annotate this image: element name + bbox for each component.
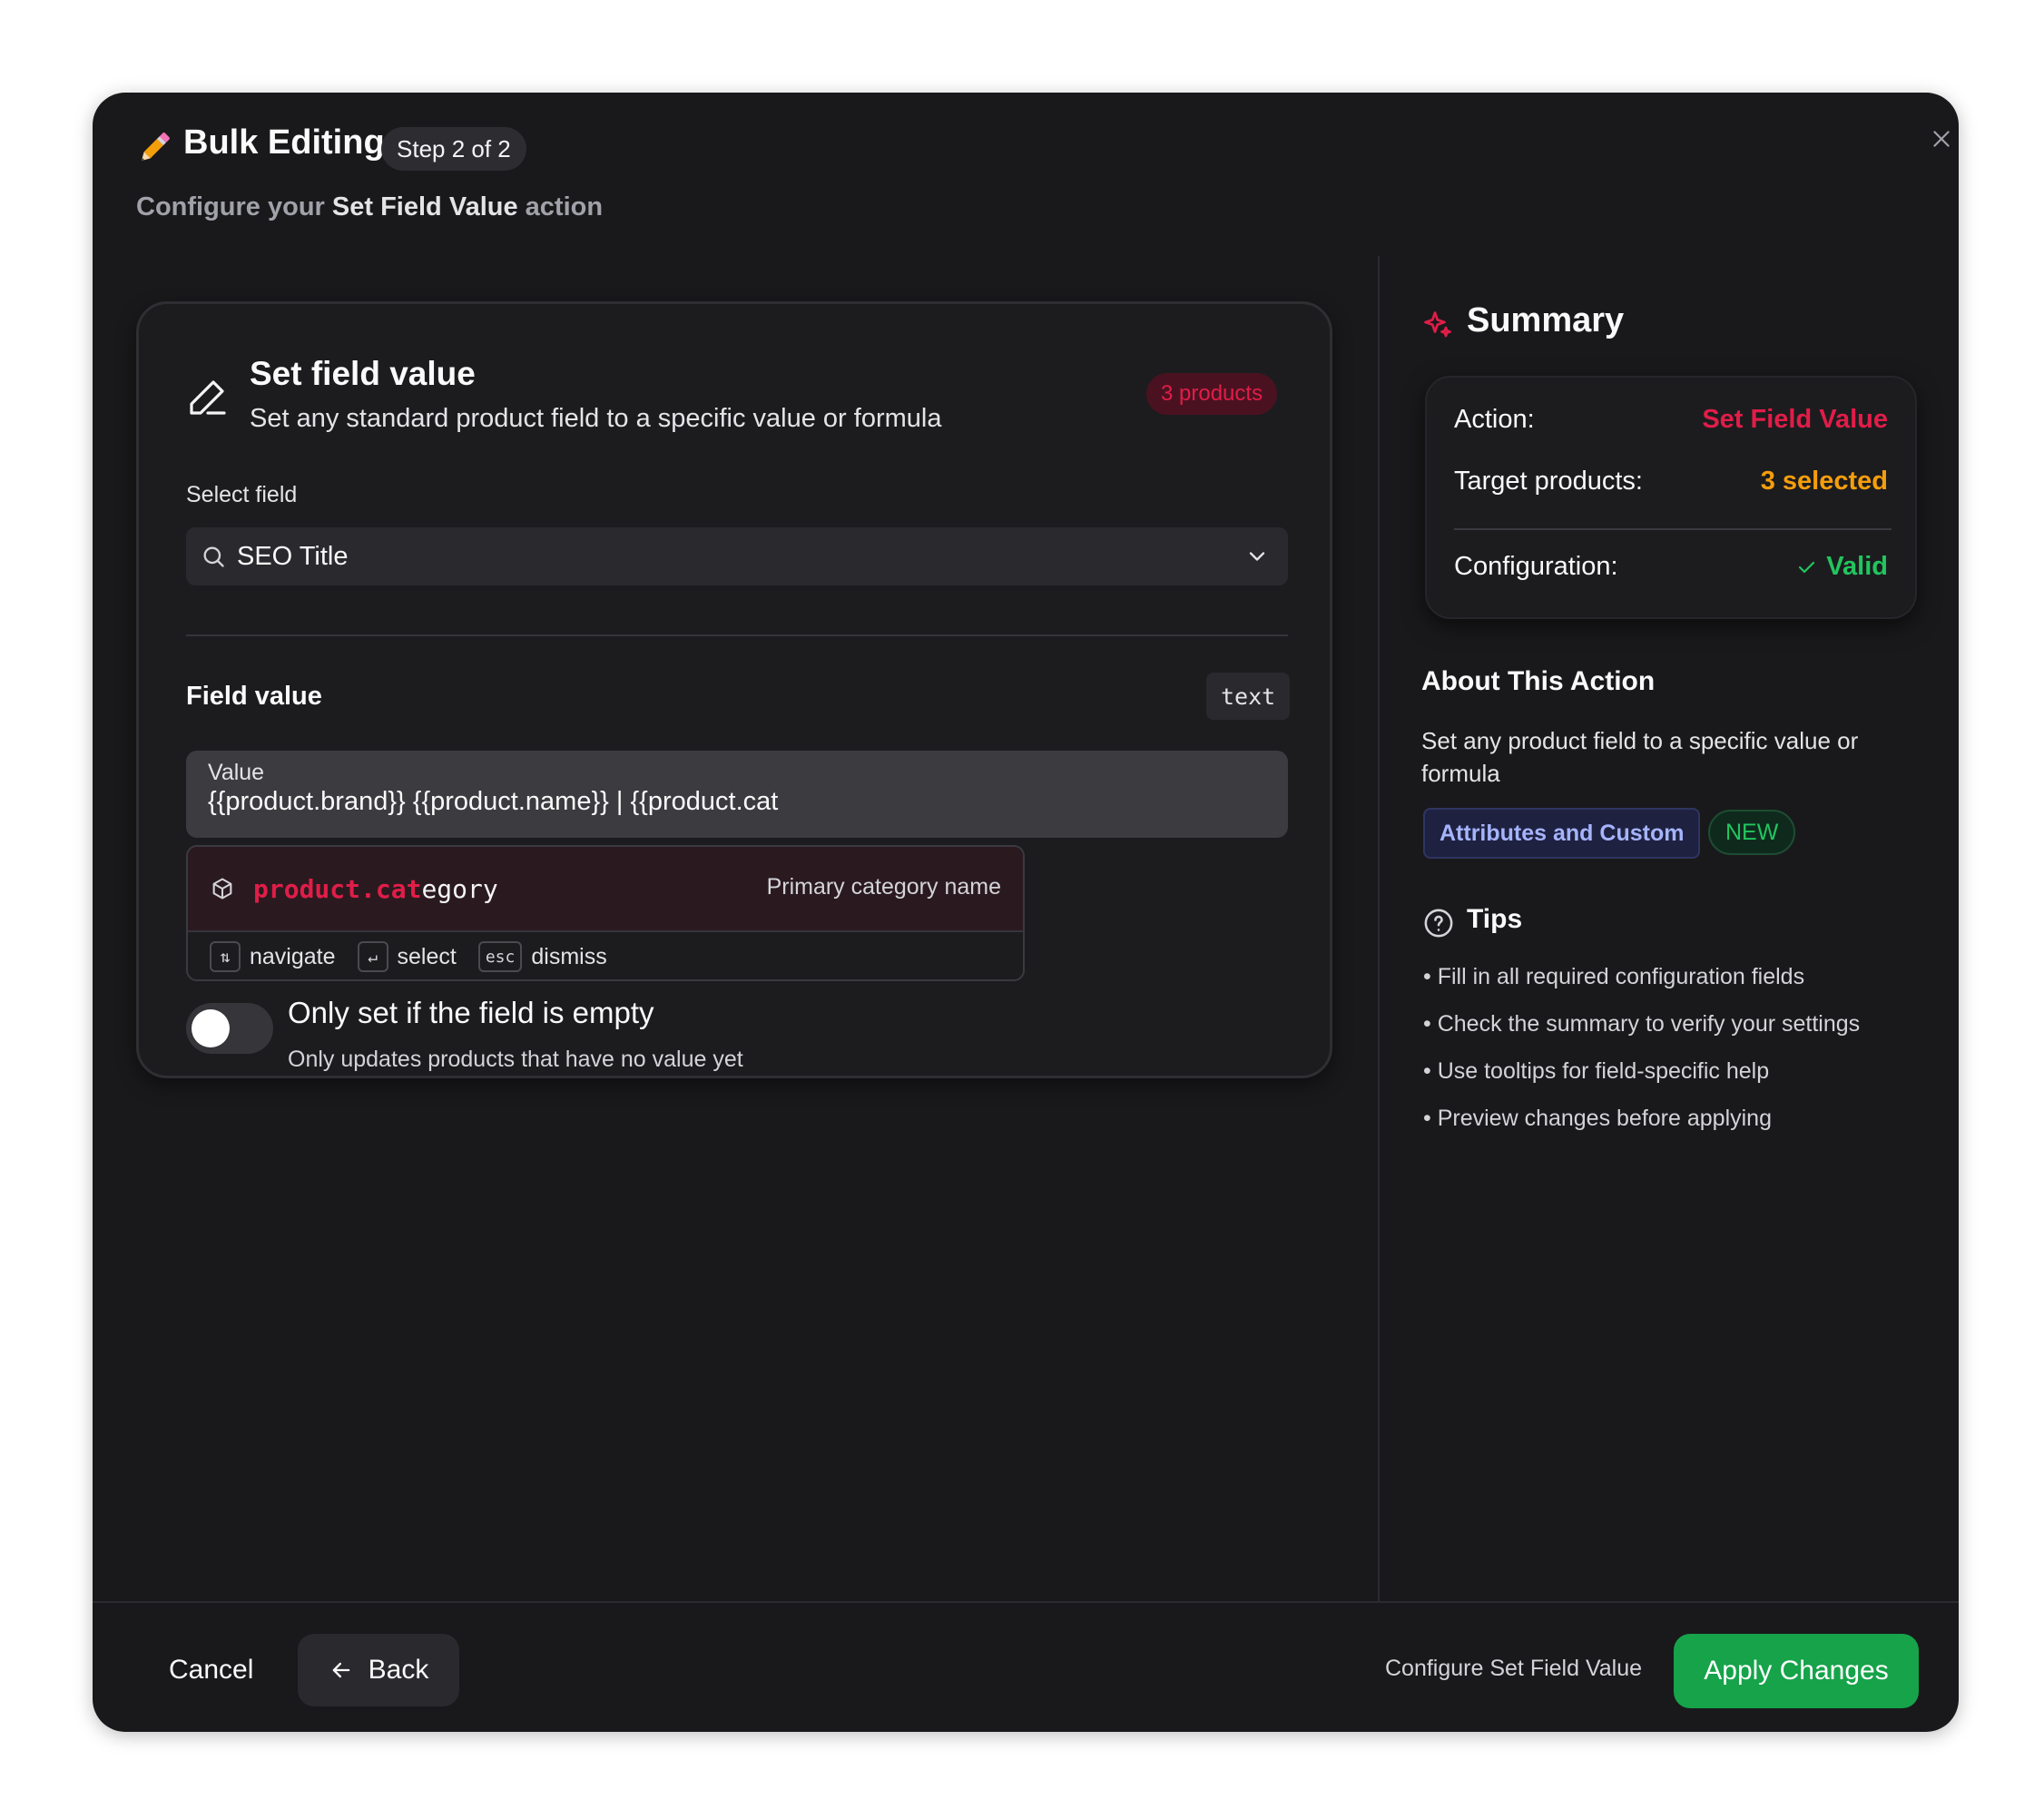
modal-title: Bulk Editing	[183, 123, 385, 162]
close-button[interactable]	[1917, 114, 1959, 163]
keyboard-hints: ⇅ navigate ↵ select esc dismiss	[188, 930, 1023, 979]
arrow-left-icon	[332, 1662, 349, 1678]
bulk-edit-modal: Bulk Editing Step 2 of 2 Configure your …	[93, 93, 1959, 1732]
field-select[interactable]: SEO Title	[186, 527, 1288, 585]
edit-pen-icon	[190, 380, 226, 415]
card-description: Set any standard product field to a spec…	[250, 404, 942, 433]
navigate-key: ⇅	[210, 941, 241, 972]
subtitle-suffix: action	[525, 192, 604, 221]
check-icon	[1799, 561, 1815, 573]
pencil-icon	[141, 133, 170, 162]
suggestion-match: product.cat	[253, 873, 422, 904]
close-icon	[1933, 131, 1950, 147]
tip-text: Check the summary to verify your setting…	[1437, 1011, 1861, 1037]
summary-title: Summary	[1467, 301, 1625, 339]
cancel-button[interactable]: Cancel	[138, 1634, 284, 1706]
value-input-text: {{product.brand}} {{product.name}} | {{p…	[208, 787, 779, 816]
summary-card: Action: Set Field Value Target products:…	[1425, 376, 1917, 619]
footer-hint: Configure Set Field Value	[1385, 1656, 1643, 1681]
panel-divider	[1378, 256, 1380, 1603]
suggestion-rest: egory	[421, 873, 498, 904]
field-type-chip: text	[1206, 673, 1291, 720]
cube-icon	[212, 878, 232, 900]
target-products-value: 3 selected	[1760, 467, 1888, 496]
toggle-knob	[192, 1009, 230, 1047]
back-button[interactable]: Back	[298, 1634, 459, 1706]
autocomplete-dropdown: product.category Primary category name ⇅…	[186, 845, 1025, 981]
about-title: About This Action	[1421, 666, 1656, 696]
toggle-title: Only set if the field is empty	[288, 996, 654, 1029]
summary-divider	[1454, 528, 1892, 530]
value-input-label: Value	[208, 760, 265, 785]
tip-text: Use tooltips for field-specific help	[1437, 1058, 1770, 1084]
about-description: Set any product field to a specific valu…	[1421, 727, 1859, 787]
search-icon	[203, 546, 224, 567]
sparkles-icon	[1424, 311, 1451, 338]
divider	[186, 634, 1288, 636]
tip-item: • Preview changes before applying	[1423, 1106, 1772, 1131]
set-field-value-card: Set field value Set any standard product…	[136, 301, 1332, 1078]
modal-subtitle: Configure your Set Field Value action	[136, 192, 603, 222]
tip-item: • Fill in all required configuration fie…	[1423, 964, 1805, 989]
value-input[interactable]: Value {{product.brand}} {{product.name}}…	[186, 751, 1288, 838]
configuration-value: Valid	[1826, 552, 1888, 581]
tip-item: • Use tooltips for field-specific help	[1423, 1058, 1770, 1084]
footer-divider	[93, 1601, 1959, 1603]
category-tag: Attributes and Custom	[1423, 808, 1701, 859]
products-count-badge: 3 products	[1146, 373, 1278, 415]
new-badge: NEW	[1708, 810, 1796, 855]
subtitle-prefix: Configure your	[136, 192, 325, 221]
toggle-description: Only updates products that have no value…	[288, 1047, 743, 1072]
apply-changes-button[interactable]: Apply Changes	[1674, 1634, 1919, 1708]
esc-key: esc	[477, 941, 523, 972]
select-field-label: Select field	[186, 482, 298, 507]
suggestion-description: Primary category name	[766, 874, 1001, 900]
field-select-value: SEO Title	[237, 541, 349, 571]
configuration-label: Configuration:	[1454, 552, 1618, 581]
step-badge: Step 2 of 2	[381, 127, 526, 171]
field-value-label: Field value	[186, 682, 322, 711]
help-circle-icon	[1424, 909, 1453, 938]
suggestion-code: product.category	[253, 874, 498, 904]
configuration-status: Valid	[1795, 552, 1888, 582]
tip-text: Preview changes before applying	[1437, 1106, 1772, 1131]
subtitle-action: Set Field Value	[331, 192, 518, 221]
tips-title: Tips	[1467, 904, 1523, 934]
back-label: Back	[368, 1655, 429, 1685]
only-if-empty-toggle[interactable]	[186, 1003, 273, 1054]
action-label: Action:	[1454, 405, 1535, 434]
card-title: Set field value	[250, 355, 476, 392]
suggestion-item[interactable]: product.category Primary category name	[188, 847, 1023, 930]
dismiss-hint: dismiss	[531, 943, 607, 969]
tip-item: • Check the summary to verify your setti…	[1423, 1011, 1861, 1037]
tip-text: Fill in all required configuration field…	[1437, 964, 1805, 989]
chevron-down-icon	[1249, 552, 1265, 561]
navigate-hint: navigate	[250, 943, 336, 969]
action-value: Set Field Value	[1702, 405, 1888, 434]
target-products-label: Target products:	[1454, 467, 1643, 496]
select-hint: select	[397, 943, 457, 969]
enter-key: ↵	[357, 941, 388, 972]
